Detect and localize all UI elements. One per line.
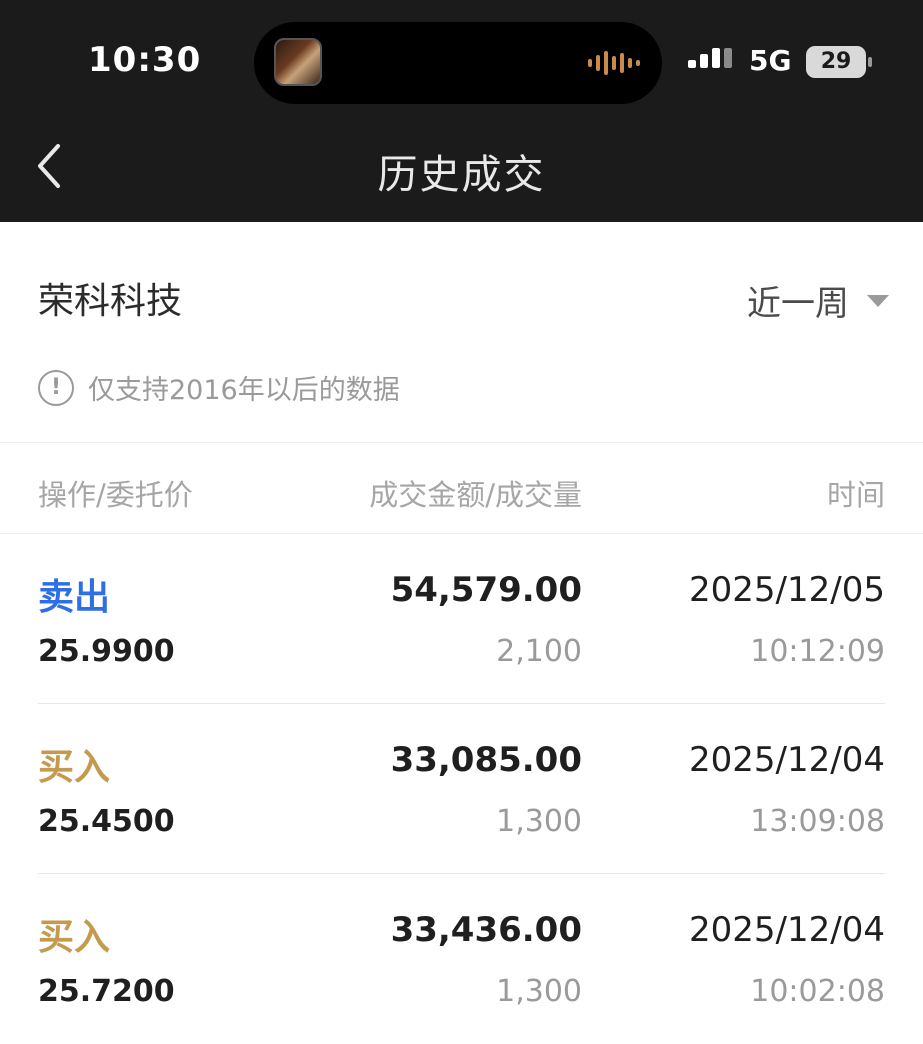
trade-row[interactable]: 买入 25.4500 33,085.00 1,300 2025/12/04 13…	[0, 704, 923, 874]
time-range-dropdown[interactable]: 近一周	[747, 276, 889, 325]
caret-down-icon	[867, 294, 889, 307]
trade-date: 2025/12/04	[689, 910, 885, 950]
trade-price: 25.7200	[38, 974, 175, 1009]
audio-waveform-icon	[588, 50, 640, 76]
column-header-amount: 成交金额/成交量	[369, 478, 582, 512]
trade-row[interactable]: 卖出 25.9900 54,579.00 2,100 2025/12/05 10…	[0, 534, 923, 704]
trade-operation: 买入	[38, 747, 111, 788]
trade-row[interactable]: 买入 25.7200 33,436.00 1,300 2025/12/04 10…	[0, 874, 923, 1044]
section-divider	[0, 442, 923, 443]
trade-operation: 卖出	[38, 577, 111, 618]
battery-indicator: 29	[806, 46, 872, 78]
trade-volume: 2,100	[496, 634, 582, 669]
time-range-label: 近一周	[747, 284, 849, 324]
network-type: 5G	[749, 44, 792, 77]
status-time: 10:30	[88, 40, 202, 80]
trade-time: 13:09:08	[750, 804, 885, 839]
trade-price: 25.9900	[38, 634, 175, 669]
trade-time: 10:12:09	[750, 634, 885, 669]
info-icon: !	[38, 369, 74, 406]
notice-text: 仅支持2016年以后的数据	[88, 375, 400, 406]
trade-amount: 33,436.00	[390, 910, 582, 950]
trade-operation: 买入	[38, 917, 111, 958]
top-bar: 10:30 5G 29 历史成交	[0, 0, 923, 222]
trade-amount: 54,579.00	[390, 570, 582, 610]
now-playing-artwork	[274, 38, 322, 86]
signal-icon	[688, 48, 732, 68]
trade-time: 10:02:08	[750, 974, 885, 1009]
trade-date: 2025/12/05	[689, 570, 885, 610]
trade-date: 2025/12/04	[689, 740, 885, 780]
dynamic-island[interactable]	[254, 22, 662, 104]
trade-volume: 1,300	[496, 804, 582, 839]
stock-name: 荣科科技	[38, 281, 183, 322]
column-header-operation: 操作/委托价	[38, 478, 193, 512]
page-title: 历史成交	[377, 152, 546, 198]
trade-price: 25.4500	[38, 804, 175, 839]
data-notice: ! 仅支持2016年以后的数据	[38, 368, 400, 407]
trade-amount: 33,085.00	[390, 740, 582, 780]
column-header-time: 时间	[826, 478, 885, 512]
trade-volume: 1,300	[496, 974, 582, 1009]
